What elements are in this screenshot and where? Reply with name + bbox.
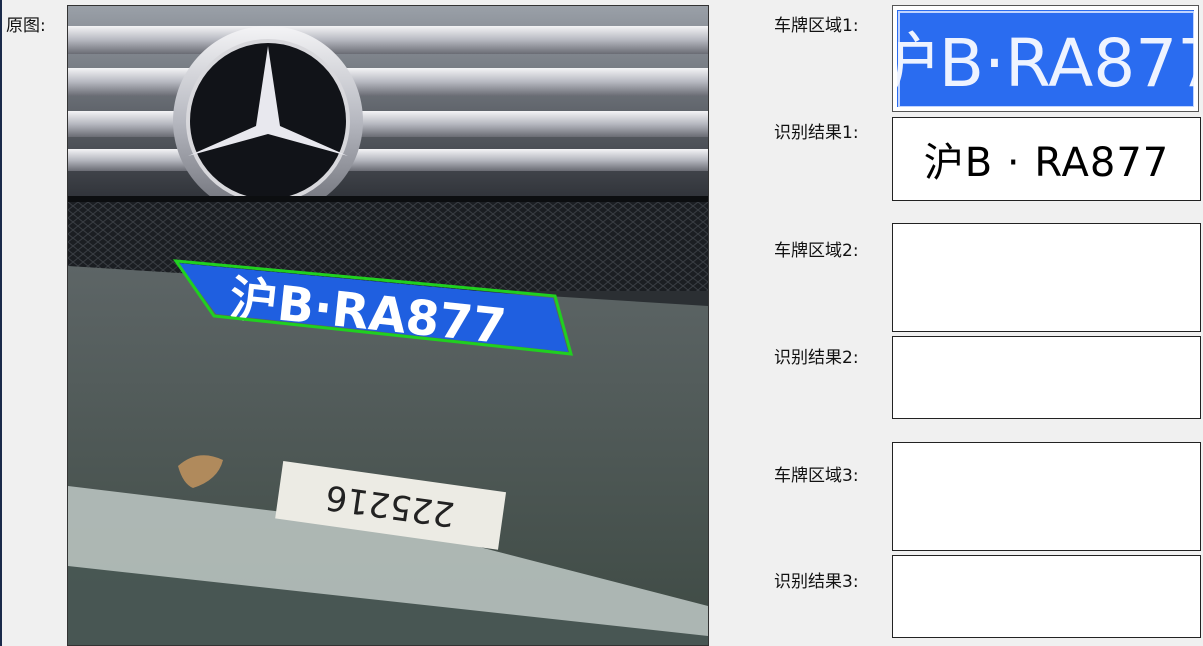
plate-region-2-label: 车牌区域2:: [774, 241, 859, 261]
plate-region-1-label: 车牌区域1:: [774, 16, 859, 36]
plate-region-1-box: 沪B·RA877: [892, 5, 1199, 112]
result-2-text: [893, 337, 1200, 418]
window-left-edge: [0, 0, 2, 646]
plate-region-3-label: 车牌区域3:: [774, 466, 859, 486]
result-2-box: [892, 336, 1201, 419]
result-2-label: 识别结果2:: [774, 348, 859, 368]
result-1-label: 识别结果1:: [774, 123, 859, 143]
plate-region-2-box: [892, 223, 1201, 332]
result-3-box: [892, 555, 1201, 638]
result-3-label: 识别结果3:: [774, 572, 859, 592]
result-3-text: [893, 556, 1200, 637]
original-image-label: 原图:: [6, 16, 46, 36]
result-1-text: 沪B · RA877: [923, 140, 1170, 186]
original-image: 225216 沪B·RA877: [67, 5, 709, 646]
plate-region-3-box: [892, 442, 1201, 551]
plate-region-1-image: 沪B·RA877: [897, 10, 1194, 107]
result-1-box: 沪B · RA877: [892, 117, 1201, 201]
svg-text:沪B·RA877: 沪B·RA877: [897, 25, 1194, 102]
